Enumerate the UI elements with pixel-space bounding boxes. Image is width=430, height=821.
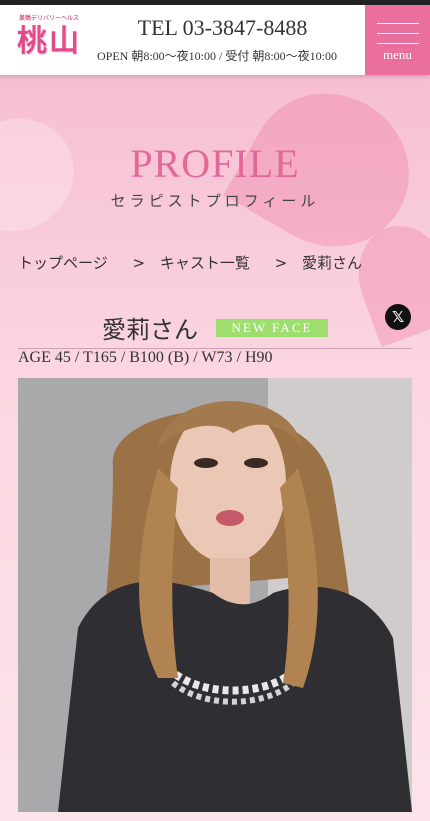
new-face-badge: NEW FACE bbox=[216, 319, 328, 337]
hamburger-icon bbox=[377, 23, 419, 24]
hamburger-icon bbox=[377, 43, 419, 44]
breadcrumb-separator: > bbox=[132, 254, 146, 272]
breadcrumb-current: 愛莉さん bbox=[302, 254, 363, 272]
breadcrumb: トップページ > キャスト一覧 > 愛莉さん bbox=[18, 252, 418, 273]
breadcrumb-separator: > bbox=[274, 254, 288, 272]
hamburger-icon bbox=[377, 33, 419, 34]
business-hours: OPEN 朝8:00〜夜10:00 / 受付 朝8:00〜夜10:00 bbox=[96, 49, 337, 63]
breadcrumb-top[interactable]: トップページ bbox=[18, 252, 108, 273]
logo-tagline: 巣鴨デリバリーヘルス bbox=[18, 15, 79, 22]
breadcrumb-cast-list[interactable]: キャスト一覧 bbox=[160, 252, 250, 273]
x-share-icon[interactable]: 𝕏 bbox=[385, 304, 411, 330]
page-title: PROFILE bbox=[130, 141, 300, 186]
page-subtitle: セラピストプロフィール bbox=[110, 192, 320, 210]
phone-number[interactable]: TEL 03-3847-8488 bbox=[80, 15, 365, 41]
menu-button[interactable]: menu bbox=[365, 5, 430, 75]
cast-name: 愛莉さん bbox=[102, 316, 198, 344]
menu-label: menu bbox=[383, 47, 412, 62]
cast-photo-illustration bbox=[18, 378, 412, 812]
cast-photo[interactable] bbox=[18, 378, 412, 812]
cast-specs: AGE 45 / T165 / B100 (B) / W73 / H90 bbox=[18, 349, 273, 366]
